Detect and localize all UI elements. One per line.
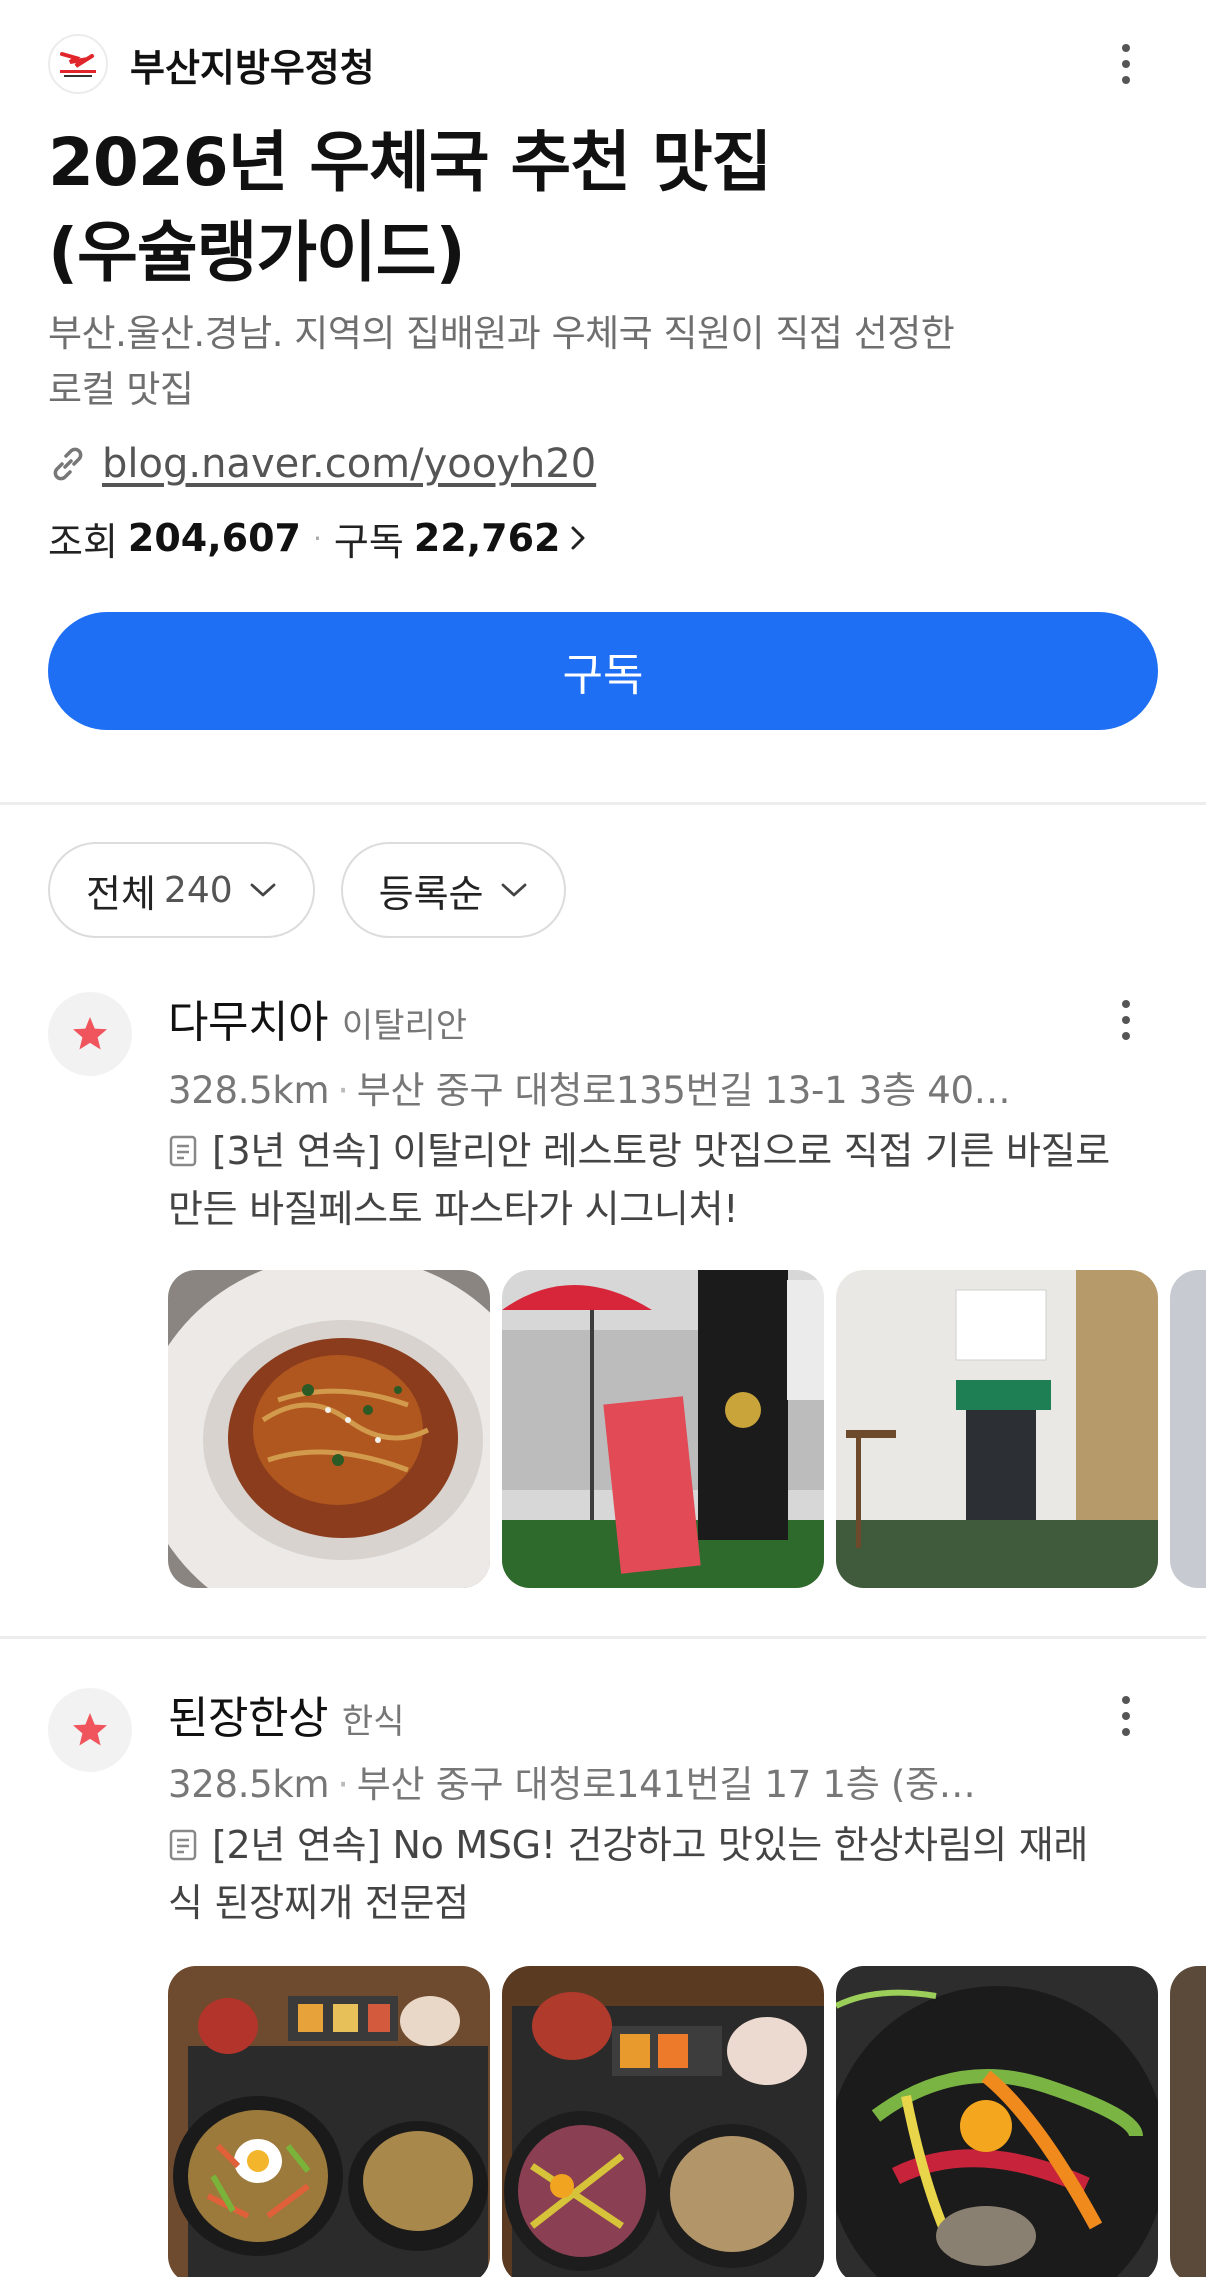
description-line-1: [3년 연속] 이탈리안 레스토랑 맛집으로 직접 기른 바질로 bbox=[212, 1129, 1110, 1173]
place-distance: 328.5km bbox=[168, 1763, 330, 1806]
place-title-row[interactable]: 다무치아 이탈리안 bbox=[168, 986, 467, 1050]
views-count: 204,607 bbox=[127, 516, 301, 560]
place-photo[interactable] bbox=[1170, 1966, 1206, 2277]
stats-row[interactable]: 조회 204,607 · 구독 22,762 bbox=[48, 510, 590, 566]
page-description: 부산.울산.경남. 지역의 집배원과 우체국 직원이 직접 선정한 로컬 맛집 bbox=[48, 306, 1048, 418]
subscribe-button[interactable]: 구독 bbox=[48, 612, 1158, 730]
place-item[interactable]: 된장한상 한식 328.5km · 부산 중구 대청로141번길 17 1층 (중…… bbox=[0, 1676, 1206, 2277]
blog-header: 부산지방우정청 2026년 우체국 추천 맛집 (우슐랭가이드) 부산.울산.경… bbox=[0, 0, 1206, 800]
account-row[interactable]: 부산지방우정청 bbox=[48, 32, 375, 96]
photo-carousel[interactable] bbox=[168, 1966, 1206, 2277]
category-filter-count: 240 bbox=[163, 869, 233, 911]
place-photo[interactable] bbox=[502, 1966, 824, 2277]
views-label: 조회 bbox=[48, 519, 118, 564]
place-name[interactable]: 다무치아 bbox=[168, 986, 328, 1050]
more-options-icon[interactable] bbox=[1106, 990, 1146, 1050]
subscribers-label: 구독 bbox=[333, 519, 404, 564]
place-address-row: 328.5km · 부산 중구 대청로141번길 17 1층 (중… bbox=[168, 1754, 976, 1810]
category-filter-chip[interactable]: 전체 240 bbox=[48, 842, 315, 938]
place-address: 부산 중구 대청로135번길 13-1 3층 40… bbox=[356, 1069, 1011, 1112]
place-category: 이탈리안 bbox=[341, 1006, 468, 1046]
favorite-star-icon[interactable] bbox=[48, 992, 132, 1076]
description-line-1: [2년 연속] No MSG! 건강하고 맛있는 한상차림의 재래 bbox=[212, 1823, 1089, 1867]
chevron-down-icon bbox=[250, 883, 276, 897]
favorite-star-icon[interactable] bbox=[48, 1688, 132, 1772]
place-address-row: 328.5km · 부산 중구 대청로135번길 13-1 3층 40… bbox=[168, 1060, 1011, 1116]
korea-post-logo-icon bbox=[48, 34, 108, 94]
link-icon bbox=[53, 447, 83, 481]
section-divider bbox=[0, 802, 1206, 805]
address-separator: · bbox=[337, 1069, 349, 1112]
place-address: 부산 중구 대청로141번길 17 1층 (중… bbox=[356, 1763, 976, 1806]
page-title: 2026년 우체국 추천 맛집 (우슐랭가이드) bbox=[48, 118, 1048, 298]
filter-bar: 전체 240 등록순 bbox=[48, 842, 566, 938]
place-photo[interactable] bbox=[502, 1270, 824, 1588]
more-options-icon[interactable] bbox=[1106, 34, 1146, 94]
category-filter-label: 전체 bbox=[86, 871, 156, 916]
chevron-right-icon[interactable] bbox=[568, 521, 590, 555]
sort-filter-label: 등록순 bbox=[378, 871, 484, 916]
place-photo[interactable] bbox=[168, 1966, 490, 2277]
description-line-2: 식 된장찌개 전문점 bbox=[168, 1881, 469, 1925]
description-line-2: 만든 바질페스토 파스타가 시그니처! bbox=[168, 1187, 739, 1231]
note-icon bbox=[169, 1135, 197, 1167]
note-icon bbox=[169, 1829, 197, 1861]
stats-separator: · bbox=[313, 521, 322, 555]
subscribers-count: 22,762 bbox=[413, 516, 561, 560]
place-description: [2년 연속] No MSG! 건강하고 맛있는 한상차림의 재래 식 된장찌개… bbox=[168, 1816, 1168, 1932]
place-name[interactable]: 된장한상 bbox=[168, 1682, 328, 1746]
place-description: [3년 연속] 이탈리안 레스토랑 맛집으로 직접 기른 바질로 만든 바질페스… bbox=[168, 1122, 1168, 1238]
account-name[interactable]: 부산지방우정청 bbox=[130, 37, 375, 92]
sort-filter-chip[interactable]: 등록순 bbox=[340, 842, 566, 938]
blog-link[interactable]: blog.naver.com/yooyh20 bbox=[48, 436, 596, 492]
address-separator: · bbox=[337, 1763, 349, 1806]
chevron-down-icon bbox=[501, 883, 526, 897]
place-photo[interactable] bbox=[168, 1270, 490, 1588]
photo-carousel[interactable] bbox=[168, 1270, 1206, 1590]
place-title-row[interactable]: 된장한상 한식 bbox=[168, 1682, 404, 1746]
title-line-1: 2026년 우체국 추천 맛집 bbox=[48, 124, 772, 201]
place-item[interactable]: 다무치아 이탈리안 328.5km · 부산 중구 대청로135번길 13-1 3층… bbox=[0, 980, 1206, 1600]
place-distance: 328.5km bbox=[168, 1069, 330, 1112]
place-category: 한식 bbox=[341, 1702, 405, 1742]
description-line-1: 부산.울산.경남. 지역의 집배원과 우체국 직원이 직접 선정한 bbox=[48, 312, 955, 355]
place-photo[interactable] bbox=[1170, 1270, 1206, 1588]
more-options-icon[interactable] bbox=[1106, 1686, 1146, 1746]
place-photo[interactable] bbox=[836, 1270, 1158, 1588]
place-photo[interactable] bbox=[836, 1966, 1158, 2277]
section-divider bbox=[0, 1636, 1206, 1639]
description-line-2: 로컬 맛집 bbox=[48, 368, 194, 411]
title-line-2: (우슐랭가이드) bbox=[48, 214, 466, 291]
blog-url[interactable]: blog.naver.com/yooyh20 bbox=[102, 441, 596, 487]
